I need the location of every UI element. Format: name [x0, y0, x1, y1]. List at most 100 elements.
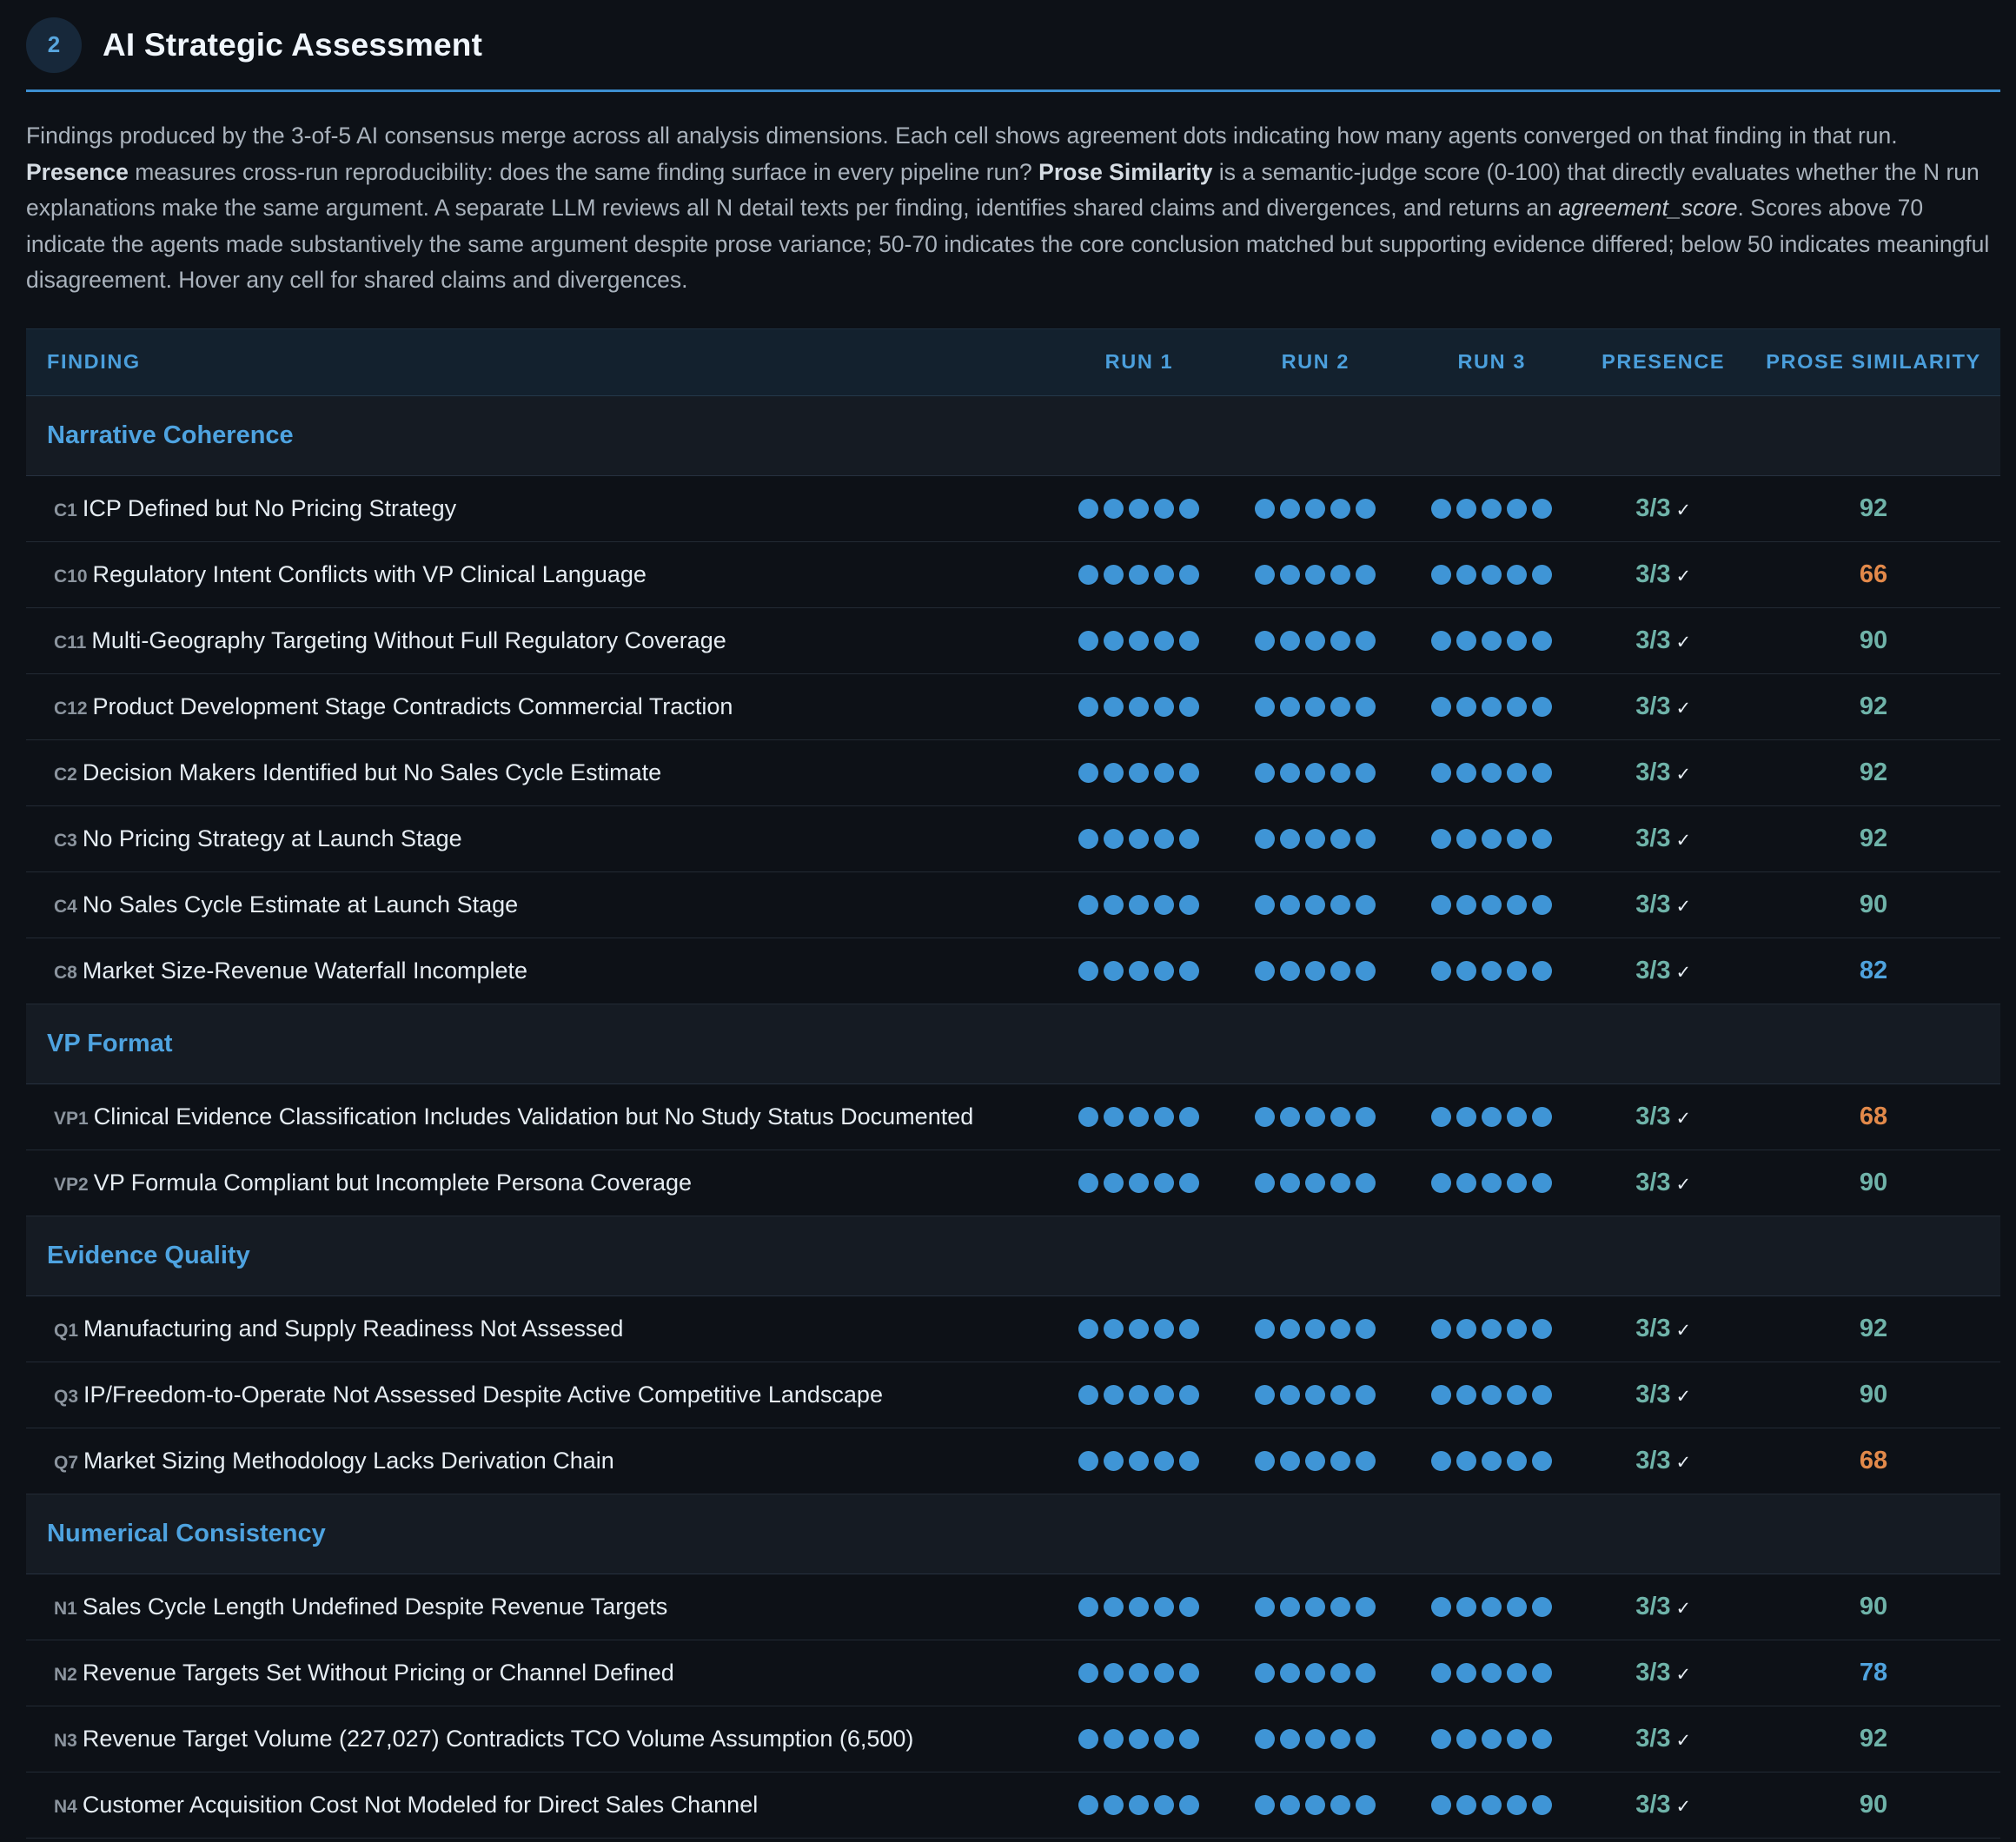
agreement-dot	[1431, 1384, 1452, 1405]
agreement-dot	[1482, 630, 1502, 651]
presence-cell[interactable]: 3/3 ✓	[1580, 1103, 1747, 1131]
agreement-dot	[1179, 696, 1200, 717]
run-2-cell[interactable]	[1227, 696, 1403, 717]
presence-cell[interactable]: 3/3 ✓	[1580, 692, 1747, 721]
prose-similarity-cell[interactable]: 90	[1747, 1381, 2000, 1409]
run-3-cell[interactable]	[1403, 564, 1580, 585]
run-2-cell[interactable]	[1227, 828, 1403, 849]
presence-cell[interactable]: 3/3 ✓	[1580, 1315, 1747, 1343]
run-1-cell[interactable]	[1051, 1318, 1227, 1339]
run-3-cell[interactable]	[1403, 1450, 1580, 1471]
presence-cell[interactable]: 3/3 ✓	[1580, 494, 1747, 523]
run-2-cell[interactable]	[1227, 1596, 1403, 1617]
run-1-cell[interactable]	[1051, 1596, 1227, 1617]
prose-similarity-cell[interactable]: 90	[1747, 1169, 2000, 1197]
run-1-cell[interactable]	[1051, 1728, 1227, 1749]
run-2-cell[interactable]	[1227, 1450, 1403, 1471]
run-3-cell[interactable]	[1403, 1384, 1580, 1405]
run-1-cell[interactable]	[1051, 762, 1227, 783]
run-1-cell[interactable]	[1051, 894, 1227, 915]
run-1-cell[interactable]	[1051, 498, 1227, 519]
presence-cell[interactable]: 3/3 ✓	[1580, 891, 1747, 919]
run-2-cell[interactable]	[1227, 498, 1403, 519]
prose-similarity-cell[interactable]: 66	[1747, 560, 2000, 589]
agreement-dot	[1356, 630, 1376, 651]
run-3-cell[interactable]	[1403, 960, 1580, 981]
run-3-cell[interactable]	[1403, 696, 1580, 717]
agreement-dot	[1255, 498, 1276, 519]
run-2-cell[interactable]	[1227, 1106, 1403, 1127]
prose-similarity-cell[interactable]: 78	[1747, 1659, 2000, 1687]
prose-similarity-cell[interactable]: 68	[1747, 1103, 2000, 1131]
run-3-cell[interactable]	[1403, 1106, 1580, 1127]
prose-similarity-cell[interactable]: 92	[1747, 494, 2000, 523]
run-2-cell[interactable]	[1227, 1794, 1403, 1815]
prose-similarity-cell[interactable]: 92	[1747, 1315, 2000, 1343]
prose-similarity-cell[interactable]: 82	[1747, 957, 2000, 985]
presence-cell[interactable]: 3/3 ✓	[1580, 1791, 1747, 1819]
prose-similarity-cell[interactable]: 90	[1747, 1791, 2000, 1819]
run-2-cell[interactable]	[1227, 1318, 1403, 1339]
run-2-cell[interactable]	[1227, 1662, 1403, 1683]
run-2-cell[interactable]	[1227, 1384, 1403, 1405]
prose-similarity-cell[interactable]: 90	[1747, 626, 2000, 655]
run-1-cell[interactable]	[1051, 1172, 1227, 1193]
run-2-cell[interactable]	[1227, 762, 1403, 783]
presence-cell[interactable]: 3/3 ✓	[1580, 1169, 1747, 1197]
run-3-cell[interactable]	[1403, 1794, 1580, 1815]
run-1-cell[interactable]	[1051, 960, 1227, 981]
prose-similarity-cell[interactable]: 92	[1747, 759, 2000, 787]
description-part-1: Findings produced by the 3-of-5 AI conse…	[26, 123, 1898, 149]
presence-cell[interactable]: 3/3 ✓	[1580, 759, 1747, 787]
prose-similarity-cell[interactable]: 90	[1747, 1593, 2000, 1621]
presence-cell[interactable]: 3/3 ✓	[1580, 626, 1747, 655]
run-1-cell[interactable]	[1051, 828, 1227, 849]
run-3-cell[interactable]	[1403, 1318, 1580, 1339]
prose-similarity-cell[interactable]: 90	[1747, 891, 2000, 919]
run-2-cell[interactable]	[1227, 564, 1403, 585]
agreement-dot	[1255, 1172, 1276, 1193]
agreement-dot	[1482, 1384, 1502, 1405]
agreement-dot	[1280, 1384, 1301, 1405]
run-1-cell[interactable]	[1051, 696, 1227, 717]
presence-cell[interactable]: 3/3 ✓	[1580, 1725, 1747, 1753]
presence-cell[interactable]: 3/3 ✓	[1580, 957, 1747, 985]
run-2-cell[interactable]	[1227, 630, 1403, 651]
run-3-cell[interactable]	[1403, 1662, 1580, 1683]
presence-cell[interactable]: 3/3 ✓	[1580, 1659, 1747, 1687]
run-3-cell[interactable]	[1403, 1596, 1580, 1617]
run-1-cell[interactable]	[1051, 630, 1227, 651]
run-1-cell[interactable]	[1051, 1794, 1227, 1815]
run-3-cell[interactable]	[1403, 630, 1580, 651]
run-1-cell[interactable]	[1051, 1450, 1227, 1471]
run-2-cell[interactable]	[1227, 894, 1403, 915]
run-2-cell[interactable]	[1227, 960, 1403, 981]
presence-value: 3/3	[1635, 692, 1671, 720]
presence-cell[interactable]: 3/3 ✓	[1580, 1593, 1747, 1621]
run-3-cell[interactable]	[1403, 1172, 1580, 1193]
prose-similarity-cell[interactable]: 92	[1747, 825, 2000, 853]
prose-similarity-cell[interactable]: 92	[1747, 692, 2000, 721]
agreement-dot	[1104, 828, 1124, 849]
run-1-cell[interactable]	[1051, 1384, 1227, 1405]
presence-cell[interactable]: 3/3 ✓	[1580, 825, 1747, 853]
run-2-cell[interactable]	[1227, 1172, 1403, 1193]
run-3-cell[interactable]	[1403, 762, 1580, 783]
prose-similarity-cell[interactable]: 68	[1747, 1447, 2000, 1475]
run-1-cell[interactable]	[1051, 1662, 1227, 1683]
presence-cell[interactable]: 3/3 ✓	[1580, 1447, 1747, 1475]
finding-title: Revenue Target Volume (227,027) Contradi…	[82, 1725, 914, 1752]
run-3-cell[interactable]	[1403, 1728, 1580, 1749]
finding-cell: C12 Product Development Stage Contradicts…	[26, 693, 1051, 720]
run-3-cell[interactable]	[1403, 894, 1580, 915]
run-3-cell[interactable]	[1403, 498, 1580, 519]
run-1-cell[interactable]	[1051, 564, 1227, 585]
presence-cell[interactable]: 3/3 ✓	[1580, 1381, 1747, 1409]
run-2-cell[interactable]	[1227, 1728, 1403, 1749]
prose-similarity-cell[interactable]: 92	[1747, 1725, 2000, 1753]
run-1-cell[interactable]	[1051, 1106, 1227, 1127]
agreement-dot	[1280, 894, 1301, 915]
run-3-cell[interactable]	[1403, 828, 1580, 849]
presence-cell[interactable]: 3/3 ✓	[1580, 560, 1747, 589]
table-row: N4 Customer Acquisition Cost Not Modeled …	[26, 1772, 2000, 1839]
